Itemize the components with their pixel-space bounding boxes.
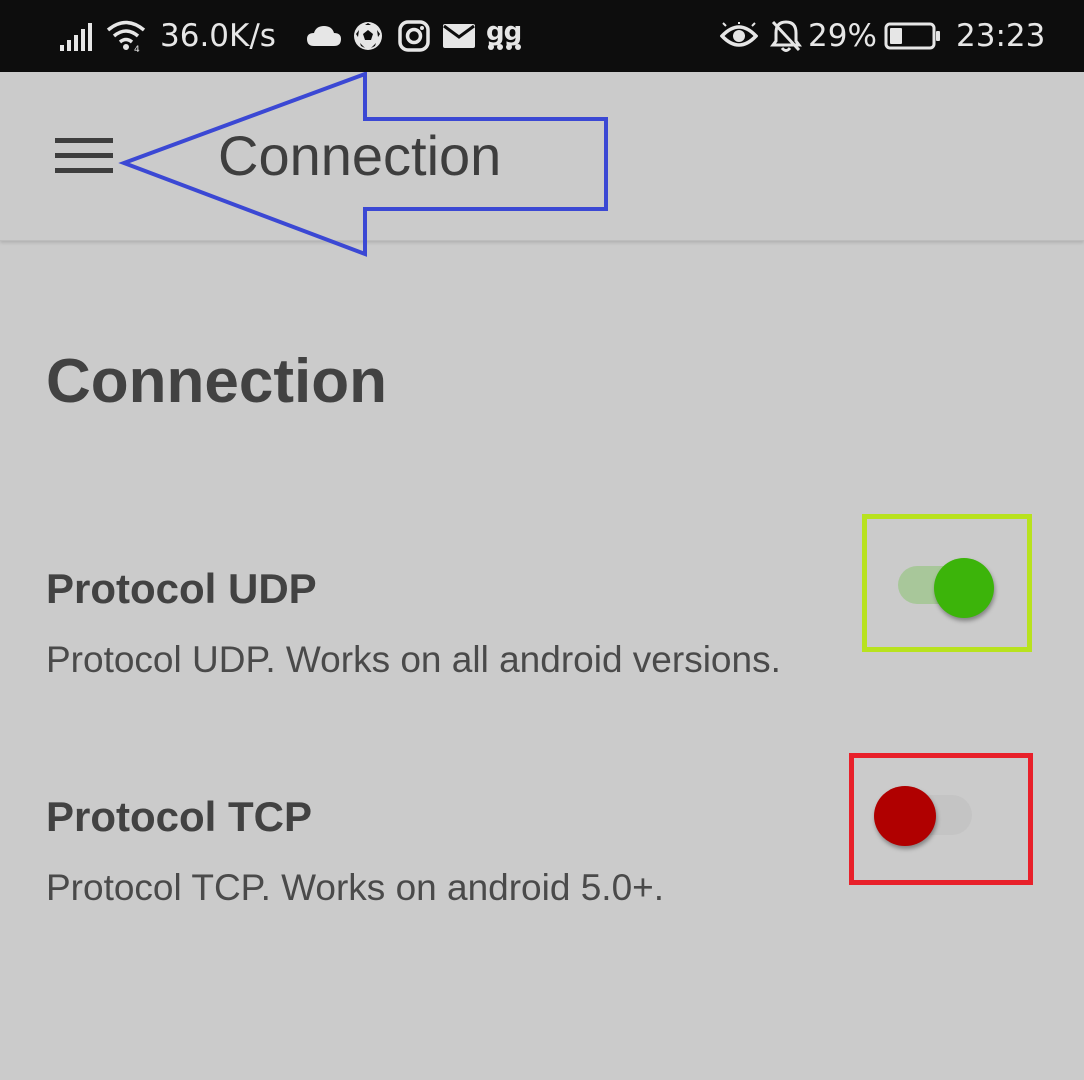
status-bar: 4 36.0K/s gg 29% 23:23 — [0, 0, 1084, 72]
udp-pref-title: Protocol UDP — [46, 565, 317, 612]
wifi-icon: 4 — [106, 0, 146, 72]
svg-text:4: 4 — [134, 45, 140, 53]
gg-icon: gg — [486, 0, 522, 72]
soccer-ball-icon — [352, 0, 384, 72]
battery-icon — [884, 0, 942, 72]
battery-percent: 29% — [808, 18, 877, 54]
udp-protocol-switch[interactable] — [898, 558, 998, 618]
tcp-pref-title: Protocol TCP — [46, 793, 313, 840]
hamburger-menu-icon — [55, 138, 113, 173]
instagram-icon — [398, 0, 430, 72]
eye-icon — [720, 0, 758, 72]
tcp-switch-thumb — [874, 786, 936, 846]
section-title: Connection — [46, 347, 387, 416]
clock: 23:23 — [956, 18, 1046, 54]
signal-icon — [58, 0, 96, 72]
mail-icon — [442, 0, 476, 72]
udp-pref-summary: Protocol UDP. Works on all android versi… — [46, 639, 781, 680]
navigation-menu-button[interactable] — [48, 128, 120, 184]
cloud-icon — [306, 0, 342, 72]
network-speed: 36.0K/s — [160, 18, 276, 54]
app-bar: Connection — [0, 72, 1084, 241]
tcp-protocol-switch[interactable] — [874, 786, 974, 846]
tcp-pref-summary: Protocol TCP. Works on android 5.0+. — [46, 867, 665, 908]
udp-switch-thumb — [934, 558, 994, 618]
gg-label: gg — [486, 17, 522, 47]
bell-off-icon — [770, 0, 802, 72]
app-bar-title: Connection — [218, 124, 502, 187]
